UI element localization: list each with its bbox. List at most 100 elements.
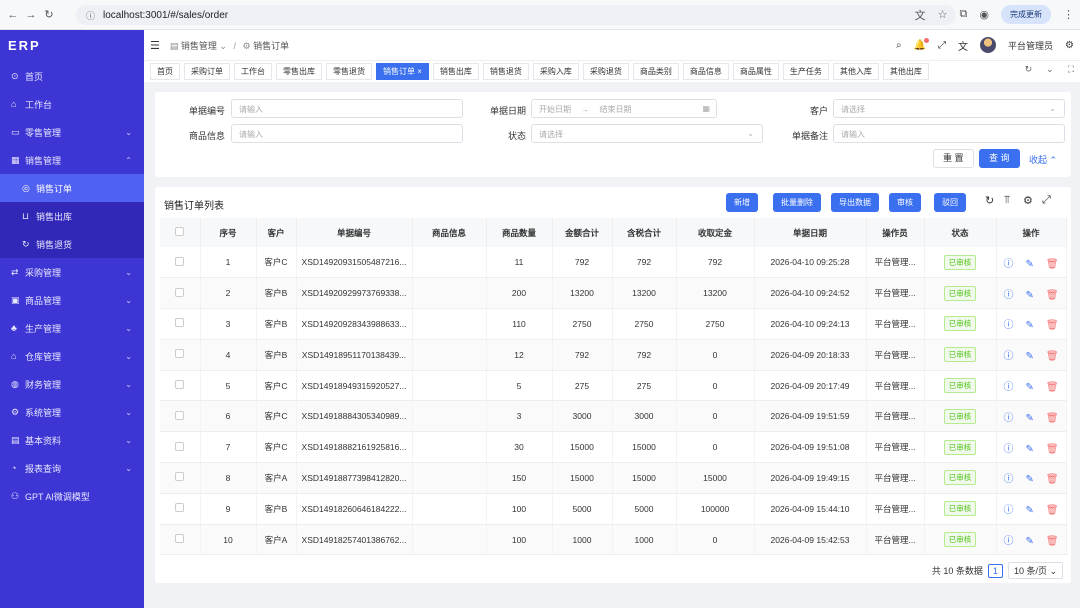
approve-button[interactable]: 审核 bbox=[889, 193, 921, 212]
tab-menu-chevron-icon[interactable]: ⌄ bbox=[1046, 64, 1054, 75]
add-button[interactable]: 新增 bbox=[726, 193, 758, 212]
delete-icon[interactable]: 🗑 bbox=[1046, 259, 1059, 270]
sidebar-item-5[interactable]: ⊔ 销售出库 bbox=[0, 202, 144, 230]
settings-icon[interactable]: ⚙ bbox=[1023, 194, 1033, 207]
view-icon[interactable]: ⓘ bbox=[1003, 413, 1013, 424]
sidebar-item-9[interactable]: ♣ 生产管理 ⌄ bbox=[0, 314, 144, 342]
row-checkbox[interactable] bbox=[160, 370, 201, 402]
table-row[interactable]: 4 客户B XSD14918951170138439... 12 792 792 0 2026… bbox=[160, 339, 1067, 371]
tab-4[interactable]: 零售退货 bbox=[326, 63, 372, 80]
column-height-icon[interactable]: ⫪ bbox=[1004, 194, 1010, 207]
date-range-picker[interactable]: 开始日期 → 结束日期 ▦ bbox=[531, 99, 717, 118]
view-icon[interactable]: ⓘ bbox=[1003, 259, 1013, 270]
sidebar-item-14[interactable]: ◔ 报表查询 ⌄ bbox=[0, 454, 144, 482]
delete-icon[interactable]: 🗑 bbox=[1046, 536, 1059, 547]
edit-icon[interactable]: ✎ bbox=[1025, 413, 1033, 424]
tab-9[interactable]: 采购退货 bbox=[582, 63, 629, 80]
view-icon[interactable]: ⓘ bbox=[1003, 320, 1013, 331]
delete-icon[interactable]: 🗑 bbox=[1046, 413, 1059, 424]
sidebar-item-11[interactable]: ◍ 财务管理 ⌄ bbox=[0, 370, 144, 398]
table-row[interactable]: 5 客户C XSD14918949315920527... 5 275 275 0 2026-… bbox=[160, 370, 1067, 402]
remark-input[interactable]: 请输入 bbox=[833, 124, 1065, 143]
view-icon[interactable]: ⓘ bbox=[1003, 351, 1013, 362]
edit-icon[interactable]: ✎ bbox=[1025, 320, 1033, 331]
notification-icon[interactable]: 🔔 bbox=[914, 37, 930, 51]
edit-icon[interactable]: ✎ bbox=[1025, 382, 1033, 393]
delete-icon[interactable]: 🗑 bbox=[1046, 444, 1059, 455]
table-row[interactable]: 8 客户A XSD14918877398412820... 150 15000 15000… bbox=[160, 462, 1067, 494]
edit-icon[interactable]: ✎ bbox=[1025, 474, 1033, 485]
sidebar-item-13[interactable]: ▤ 基本资料 ⌄ bbox=[0, 426, 144, 454]
site-info-icon[interactable]: ⓘ bbox=[86, 9, 95, 22]
settings-icon[interactable]: ⚙ bbox=[1065, 40, 1074, 51]
forward-icon[interactable]: → bbox=[22, 9, 40, 21]
search-icon[interactable]: ⌕ bbox=[896, 40, 902, 51]
delete-icon[interactable]: 🗑 bbox=[1046, 290, 1059, 301]
sidebar-item-8[interactable]: ▣ 商品管理 ⌄ bbox=[0, 286, 144, 314]
refresh-icon[interactable]: ↻ bbox=[985, 194, 994, 207]
table-row[interactable]: 2 客户B XSD14920929973769338... 200 13200 13200… bbox=[160, 277, 1067, 310]
tab-10[interactable]: 商品类别 bbox=[632, 63, 679, 80]
star-icon[interactable]: ☆ bbox=[938, 8, 948, 21]
sidebar-item-12[interactable]: ⚙ 系统管理 ⌄ bbox=[0, 398, 144, 426]
tab-0[interactable]: 首页 bbox=[150, 63, 180, 80]
row-checkbox[interactable] bbox=[160, 308, 201, 340]
sidebar-item-6[interactable]: ↻ 销售退货 bbox=[0, 230, 144, 258]
tab-1[interactable]: 采购订单 bbox=[184, 63, 230, 80]
tab-5[interactable]: 销售订单 × bbox=[376, 63, 429, 80]
view-icon[interactable]: ⓘ bbox=[1003, 290, 1013, 301]
export-button[interactable]: 导出数据 bbox=[831, 193, 879, 212]
page-size-select[interactable]: 10 条/页 ⌄ bbox=[1007, 562, 1063, 579]
row-checkbox[interactable] bbox=[160, 462, 201, 494]
edit-icon[interactable]: ✎ bbox=[1025, 536, 1033, 547]
reject-button[interactable]: 驳回 bbox=[934, 193, 966, 212]
tab-fullscreen-icon[interactable]: ⛶ bbox=[1068, 64, 1074, 75]
row-checkbox[interactable] bbox=[160, 247, 201, 279]
page-button-1[interactable]: 1 bbox=[987, 563, 1003, 578]
tab-15[interactable]: 其他出库 bbox=[882, 63, 929, 80]
tab-8[interactable]: 采购入库 bbox=[532, 63, 579, 80]
row-checkbox[interactable] bbox=[160, 339, 201, 371]
more-icon[interactable]: ⋮ bbox=[1063, 8, 1074, 21]
tab-2[interactable]: 工作台 bbox=[234, 63, 272, 80]
back-icon[interactable]: ← bbox=[4, 9, 22, 21]
sidebar-item-0[interactable]: ⊙ 首页 bbox=[0, 62, 144, 90]
table-row[interactable]: 9 客户B XSD14918260646184222... 100 5000 5000 10… bbox=[160, 493, 1067, 525]
table-row[interactable]: 6 客户C XSD14918884305340989... 3 3000 3000 0 202… bbox=[160, 400, 1067, 433]
delete-icon[interactable]: 🗑 bbox=[1046, 505, 1059, 516]
order-no-input[interactable]: 请输入 bbox=[231, 99, 463, 118]
edit-icon[interactable]: ✎ bbox=[1025, 351, 1033, 362]
view-icon[interactable]: ⓘ bbox=[1003, 536, 1013, 547]
tab-14[interactable]: 其他入库 bbox=[832, 63, 879, 80]
table-row[interactable]: 10 客户A XSD14918257401386762... 100 1000 1000 0… bbox=[160, 524, 1067, 556]
table-row[interactable]: 7 客户C XSD14918882161925816... 30 15000 15000 0… bbox=[160, 431, 1067, 464]
tab-11[interactable]: 商品信息 bbox=[682, 63, 729, 80]
tab-12[interactable]: 商品属性 bbox=[732, 63, 779, 80]
table-row[interactable]: 3 客户B XSD14920928343988633... 110 2750 2750 27… bbox=[160, 308, 1067, 340]
sidebar-item-7[interactable]: ⇄ 采购管理 ⌄ bbox=[0, 258, 144, 286]
view-icon[interactable]: ⓘ bbox=[1003, 382, 1013, 393]
fullscreen-icon[interactable]: ⤢ bbox=[1042, 194, 1051, 207]
translate-icon[interactable]: 文 bbox=[915, 7, 926, 23]
tab-6[interactable]: 销售出库 bbox=[432, 63, 479, 80]
collapse-link[interactable]: 收起 ⌃ bbox=[1029, 153, 1057, 166]
edit-icon[interactable]: ✎ bbox=[1025, 505, 1033, 516]
breadcrumb-item-sales[interactable]: 销售管理 bbox=[181, 41, 217, 51]
search-button[interactable]: 查 询 bbox=[979, 149, 1020, 168]
edit-icon[interactable]: ✎ bbox=[1025, 444, 1033, 455]
status-select[interactable]: 请选择 ⌄ bbox=[531, 124, 763, 143]
view-icon[interactable]: ⓘ bbox=[1003, 444, 1013, 455]
tab-7[interactable]: 销售退货 bbox=[482, 63, 529, 80]
view-icon[interactable]: ⓘ bbox=[1003, 505, 1013, 516]
row-checkbox[interactable] bbox=[160, 277, 201, 310]
url-bar[interactable]: ⓘ localhost:3001/#/sales/order bbox=[76, 5, 956, 25]
menu-fold-icon[interactable]: ☰ bbox=[150, 39, 160, 52]
sidebar-item-15[interactable]: ⚇ GPT AI微调模型 bbox=[0, 482, 144, 510]
goods-input[interactable]: 请输入 bbox=[231, 124, 463, 143]
sidebar-item-2[interactable]: ▭ 零售管理 ⌄ bbox=[0, 118, 144, 146]
avatar[interactable] bbox=[980, 37, 997, 53]
customer-select[interactable]: 请选择 ⌄ bbox=[833, 99, 1065, 118]
row-checkbox[interactable] bbox=[160, 431, 201, 464]
view-icon[interactable]: ⓘ bbox=[1003, 474, 1013, 485]
row-checkbox[interactable] bbox=[160, 400, 201, 433]
